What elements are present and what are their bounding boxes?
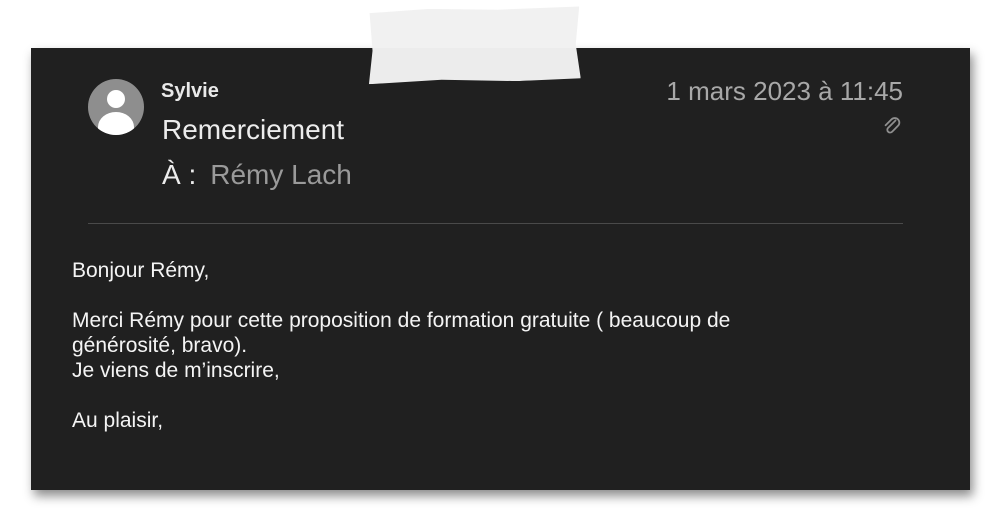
body-line: générosité, bravo). — [72, 334, 248, 357]
sender-name: Sylvie — [161, 80, 219, 102]
email-date: 1 mars 2023 à 11:45 — [666, 76, 903, 106]
avatar-head — [107, 90, 125, 108]
email-subject: Remerciement — [162, 114, 345, 145]
tape-strip — [365, 6, 581, 84]
greeting-line: Bonjour Rémy, — [72, 259, 210, 282]
screenshot-stage: Sylvie Remerciement À : Rémy Lach 1 mars … — [0, 0, 1000, 525]
recipient-name[interactable]: Rémy Lach — [210, 159, 352, 190]
body-line: Merci Rémy pour cette proposition de for… — [72, 309, 731, 332]
header-divider — [88, 223, 903, 224]
closing-line: Au plaisir, — [72, 409, 164, 432]
paperclip-shape — [884, 117, 901, 134]
paperclip-icon[interactable] — [882, 116, 902, 136]
to-label: À : — [162, 159, 197, 190]
email-message-panel: Sylvie Remerciement À : Rémy Lach 1 mars … — [31, 48, 970, 490]
email-body: Bonjour Rémy, Merci Rémy pour cette prop… — [72, 258, 932, 433]
person-avatar-icon — [88, 79, 144, 135]
avatar-body — [98, 112, 134, 135]
recipient-line: À : Rémy Lach — [162, 159, 352, 191]
body-line: Je viens de m’inscrire, — [72, 359, 280, 382]
